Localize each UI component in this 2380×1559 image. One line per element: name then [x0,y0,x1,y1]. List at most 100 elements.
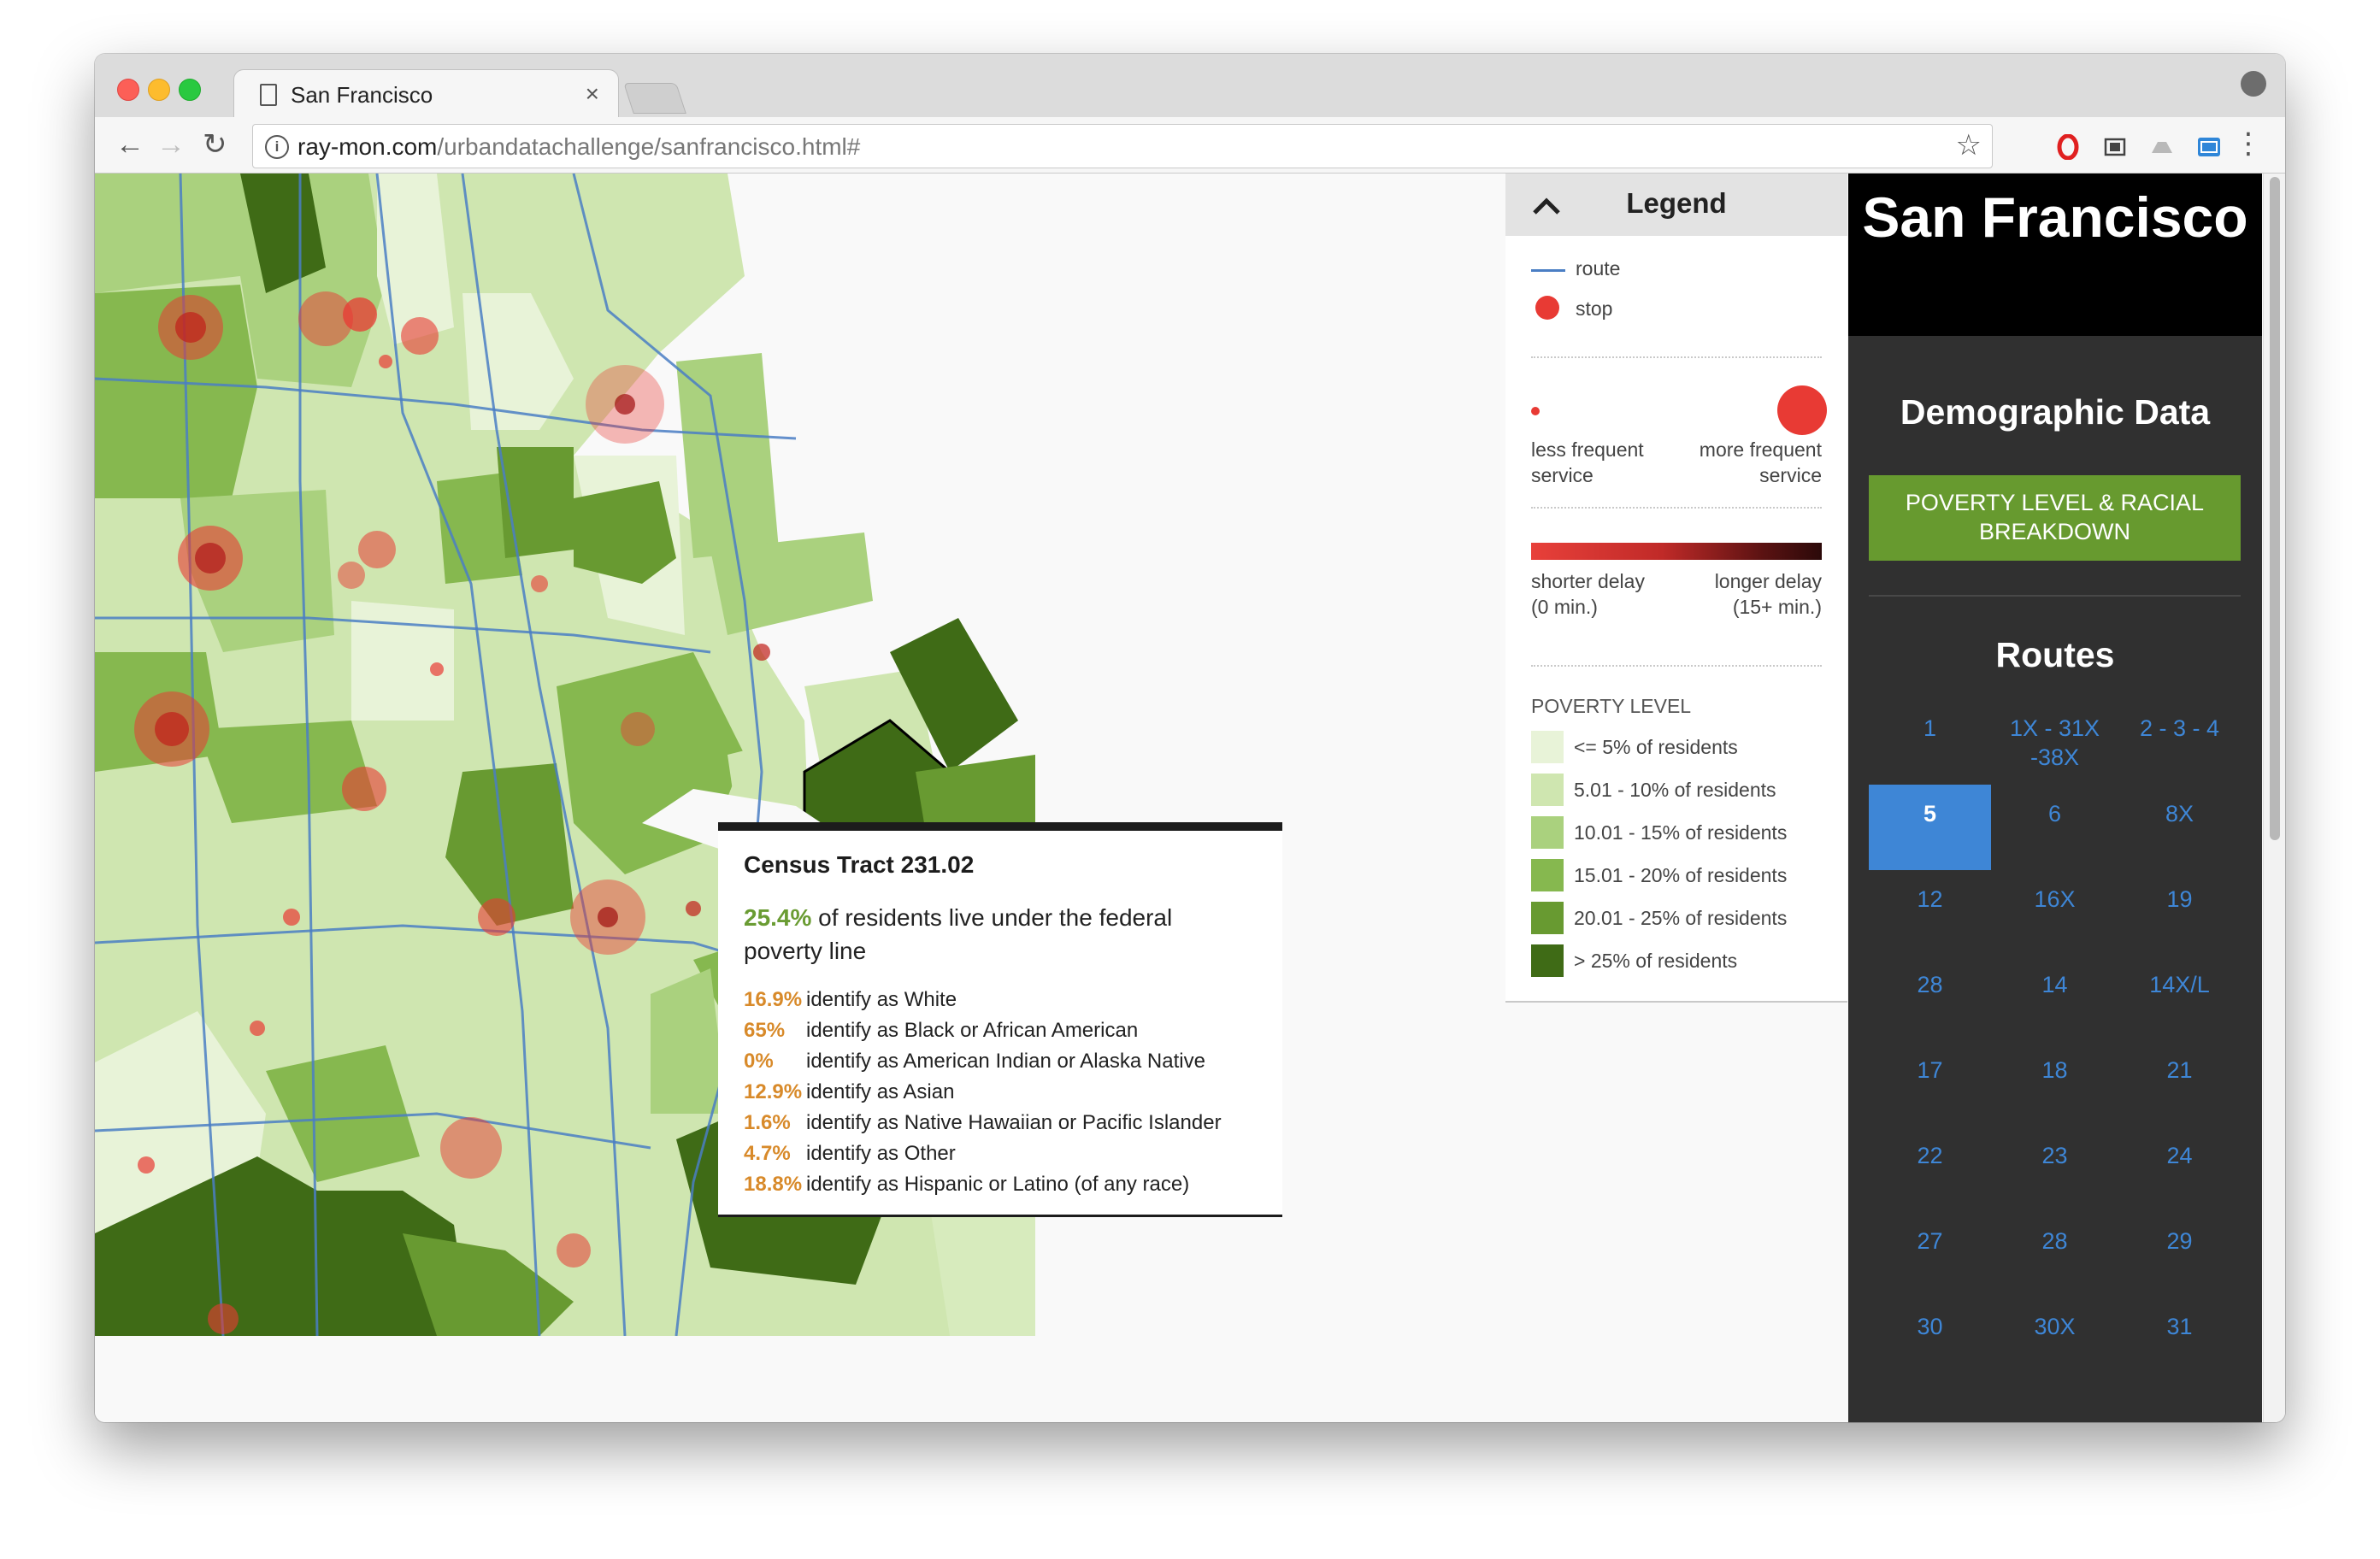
race-breakdown-row: 12.9% identify as Asian [744,1077,1257,1108]
route-button[interactable]: 18 [1994,1041,2116,1127]
route-button[interactable]: 17 [1869,1041,1991,1127]
info-icon[interactable]: i [265,135,289,159]
collapse-chevron-icon[interactable] [1531,191,1562,221]
scrollbar-thumb[interactable] [2270,177,2280,840]
route-button[interactable]: 30X [1994,1297,2116,1383]
stop-marker[interactable] [753,644,770,661]
url-path: /urbandatachallenge/sanfrancisco.html# [437,133,861,160]
poverty-racial-breakdown-button[interactable]: POVERTY LEVEL & RACIAL BREAKDOWN [1869,475,2241,561]
race-label: identify as Other [806,1142,956,1165]
route-button[interactable]: 2 - 3 - 4 [2118,699,2241,785]
route-button[interactable]: 28 [1994,1212,2116,1297]
poverty-level-heading: POVERTY LEVEL [1531,695,1692,717]
stop-marker[interactable] [557,1233,591,1268]
minimize-window-button[interactable] [148,79,170,101]
stop-marker[interactable] [621,712,655,746]
route-button[interactable]: 6 [1994,785,2116,870]
poverty-level-label: 15.01 - 20% of residents [1574,864,1788,886]
stop-marker[interactable] [358,531,396,568]
stop-marker[interactable] [686,901,701,916]
poverty-level-label: <= 5% of residents [1574,736,1738,758]
stop-marker[interactable] [531,575,548,592]
back-button[interactable]: ← [115,126,144,163]
route-button[interactable]: 24 [2118,1127,2241,1212]
stop-marker[interactable] [250,1021,265,1036]
route-button[interactable]: 30 [1869,1297,1991,1383]
stop-marker[interactable] [208,1303,239,1334]
route-button[interactable]: 29 [2118,1212,2241,1297]
route-button[interactable]: 31 [2118,1297,2241,1383]
small-stop-swatch [1531,407,1540,415]
legend-header[interactable]: Legend [1505,174,1847,236]
route-button[interactable]: 5 [1869,785,1991,870]
tab-title: San Francisco [291,82,433,108]
stop-marker[interactable] [440,1117,502,1179]
route-button[interactable]: 28 [1869,956,1991,1041]
browser-window: San Francisco × ← → ↻ i ray-mon.com/urba… [95,54,2285,1422]
screenshot-icon[interactable] [2102,134,2128,160]
page-scrollbar[interactable] [2263,174,2285,1422]
drive-icon[interactable] [2149,134,2175,160]
city-title: San Francisco [1862,185,2248,249]
tract-polygon[interactable] [676,353,779,558]
race-breakdown-row: 4.7% identify as Other [744,1138,1257,1169]
stop-marker[interactable] [343,297,377,332]
tooltip-title: Census Tract 231.02 [744,851,975,878]
bookmark-star-icon[interactable]: ☆ [1956,128,1982,162]
route-button[interactable]: 22 [1869,1127,1991,1212]
stop-marker[interactable] [283,909,300,926]
url-host: ray-mon.com [298,133,438,160]
forward-button[interactable]: → [156,126,186,163]
route-button[interactable]: 14X/L [2118,956,2241,1041]
zoom-window-button[interactable] [179,79,201,101]
route-button[interactable]: 21 [2118,1041,2241,1127]
address-bar[interactable]: i ray-mon.com/urbandatachallenge/sanfran… [252,124,1993,168]
route-button[interactable]: 1 [1869,699,1991,785]
profile-icon[interactable] [2241,71,2266,97]
route-button[interactable]: 27 [1869,1212,1991,1297]
opera-icon[interactable] [2055,134,2081,160]
stop-marker[interactable] [155,712,189,746]
close-window-button[interactable] [117,79,139,101]
route-swatch [1531,269,1565,272]
stop-marker[interactable] [195,543,226,574]
race-label: identify as White [806,988,957,1011]
tract-polygon[interactable] [351,601,454,721]
stop-marker[interactable] [478,898,515,936]
shorter-delay-label: shorter delay (0 min.) [1531,570,1645,618]
stop-marker[interactable] [338,562,365,589]
route-button[interactable]: 19 [2118,870,2241,956]
stop-marker[interactable] [379,355,392,368]
stop-marker[interactable] [598,907,618,927]
reload-button[interactable]: ↻ [203,126,227,163]
route-button[interactable]: 16X [1994,870,2116,956]
race-label: identify as Native Hawaiian or Pacific I… [806,1111,1222,1134]
stop-marker[interactable] [430,662,444,676]
menu-icon[interactable]: ⋮ [2234,129,2263,158]
new-tab-button[interactable] [623,83,686,114]
route-button[interactable]: 23 [1994,1127,2116,1212]
stop-marker[interactable] [401,317,439,355]
stop-marker[interactable] [175,312,206,343]
url-text[interactable]: ray-mon.com/urbandatachallenge/sanfranci… [298,133,860,161]
delay-gradient-bar [1531,543,1822,560]
tab-close-icon[interactable]: × [586,80,599,108]
race-percent: 12.9% [744,1080,803,1103]
tract-polygon[interactable] [95,498,180,627]
legend-divider [1531,356,1822,358]
race-breakdown-row: 16.9% identify as White [744,985,1257,1015]
stop-marker[interactable] [138,1156,155,1174]
tab-san-francisco[interactable]: San Francisco × [233,69,619,118]
route-button[interactable]: 12 [1869,870,1991,956]
less-frequent-label: less frequent service [1531,438,1644,486]
stop-marker[interactable] [615,394,635,415]
race-percent: 0% [744,1050,774,1073]
stop-marker[interactable] [342,767,386,811]
css-icon[interactable] [2196,134,2222,160]
route-button[interactable]: 8X [2118,785,2241,870]
poverty-swatch [1531,731,1564,763]
tract-polygon[interactable] [574,481,676,584]
route-button[interactable]: 1X - 31X -38X [1994,699,2116,785]
document-icon [260,84,277,106]
route-button[interactable]: 14 [1994,956,2116,1041]
